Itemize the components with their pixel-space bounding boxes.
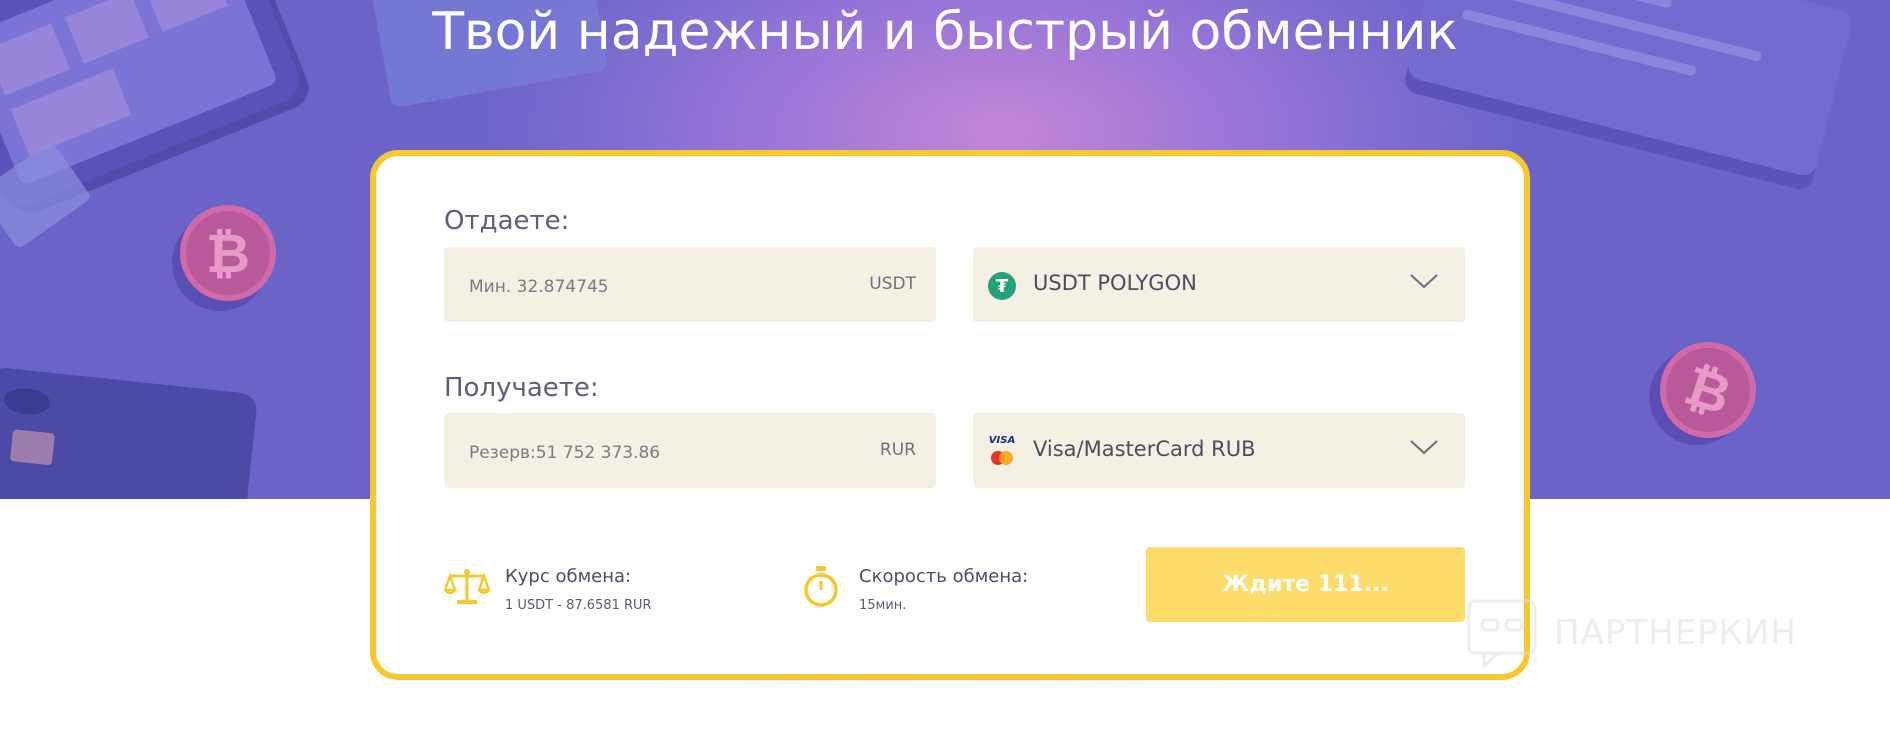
bitcoin-coin-icon: ₿ [1647, 329, 1769, 451]
exchange-rate-value: 1 USDT - 87.6581 RUR [505, 598, 652, 613]
exchange-speed-title: Скорость обмена: [859, 566, 1029, 587]
give-amount-placeholder: Мин. 32.874745 [469, 277, 609, 297]
credit-card-illustration [0, 366, 259, 499]
bitcoin-coin-icon: ₿ [180, 205, 276, 301]
stopwatch-icon [804, 566, 838, 607]
tether-icon: ₮ [988, 272, 1016, 300]
visa-mastercard-icon: VISA [987, 435, 1017, 467]
chat-bubble-icon [1467, 599, 1537, 668]
get-currency-code: RUR [879, 440, 916, 460]
chevron-down-icon [1410, 440, 1438, 455]
get-currency-select[interactable]: VISA Visa/MasterCard RUB [973, 413, 1465, 488]
watermark: ПАРТНЕРКИН [1466, 598, 1797, 668]
exchange-submit-button[interactable]: Ждите 111... [1146, 547, 1465, 622]
get-amount-input[interactable]: Резерв:51 752 373.86 RUR [444, 413, 936, 488]
give-label: Отдаете: [444, 206, 570, 236]
scales-icon [444, 569, 490, 604]
get-label: Получаете: [444, 373, 599, 403]
exchange-form: Отдаете: Мин. 32.874745 USDT ₮ USDT POLY… [370, 150, 1530, 680]
exchange-rate-title: Курс обмена: [505, 566, 632, 587]
chevron-down-icon [1410, 274, 1438, 289]
give-amount-input[interactable]: Мин. 32.874745 USDT [444, 247, 936, 322]
give-currency-name: USDT POLYGON [1033, 271, 1197, 295]
get-currency-name: Visa/MasterCard RUB [1033, 437, 1256, 461]
exchange-speed-value: 15мин. [859, 598, 907, 613]
give-currency-code: USDT [869, 274, 916, 294]
watermark-text: ПАРТНЕРКИН [1554, 613, 1797, 653]
give-currency-select[interactable]: ₮ USDT POLYGON [973, 247, 1465, 322]
page-title: Твой надежный и быстрый обменник [432, 2, 1458, 62]
get-amount-placeholder: Резерв:51 752 373.86 [469, 443, 661, 463]
